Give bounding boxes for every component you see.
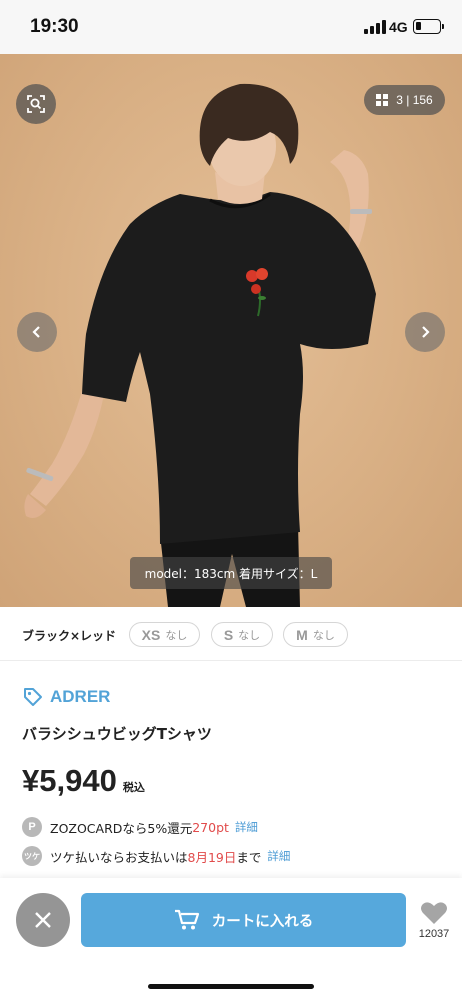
battery-icon xyxy=(413,19,441,34)
battery-tip xyxy=(442,24,444,29)
bottom-action-bar: カートに入れる 12037 xyxy=(0,878,462,999)
close-icon xyxy=(35,912,51,928)
home-indicator xyxy=(148,984,314,989)
next-image-button[interactable] xyxy=(405,312,445,352)
color-name: ブラック×レッド xyxy=(22,629,117,643)
price: ¥5,940 xyxy=(22,763,117,798)
brand-name: ADRER xyxy=(50,687,111,706)
product-name: バラシシュウビッグTシャツ xyxy=(22,725,212,743)
grid-icon xyxy=(376,94,389,106)
status-time: 19:30 xyxy=(30,16,79,37)
size-chip-m[interactable]: M なし xyxy=(283,622,348,647)
tsuke-detail-link[interactable]: 詳細 xyxy=(267,848,290,864)
perk-date: 8月19日 xyxy=(187,849,237,865)
size-chip-xs[interactable]: XS なし xyxy=(129,622,200,647)
size-stock: なし xyxy=(312,628,335,642)
size-chip-s[interactable]: S なし xyxy=(211,622,273,647)
chevron-left-icon xyxy=(32,326,40,338)
network-type: 4G xyxy=(389,19,408,35)
size-label: M xyxy=(296,626,308,643)
image-counter-button[interactable]: 3 | 156 xyxy=(364,85,445,115)
variant-row: ブラック×レッド XS なし S なし M なし xyxy=(0,607,462,661)
perk-text-suffix: まで xyxy=(236,849,262,865)
size-stock: なし xyxy=(165,628,188,642)
price-row: ¥5,940 税込 xyxy=(22,763,145,799)
perk-points: 270pt xyxy=(192,819,229,835)
tsuke-badge-icon: ツケ xyxy=(22,846,42,866)
model-photo xyxy=(24,83,376,607)
product-image[interactable]: 3 | 156 model：183cm 着用サイズ：L xyxy=(0,54,462,607)
previous-image-button[interactable] xyxy=(17,312,57,352)
tsuke-perk: ツケ ツケ払いならお支払いは 8月19日 まで 詳細 xyxy=(22,846,290,866)
tag-icon xyxy=(24,688,42,706)
zoom-icon xyxy=(27,95,45,113)
favorite-button[interactable]: 12037 xyxy=(412,900,456,940)
size-label: XS xyxy=(141,626,161,643)
size-stock: なし xyxy=(238,628,261,642)
zozocard-perk: P ZOZOCARDなら5%還元 270pt 詳細 xyxy=(22,817,258,837)
chevron-right-icon xyxy=(422,326,430,338)
model-caption: model：183cm 着用サイズ：L xyxy=(130,557,332,589)
add-to-cart-button[interactable]: カートに入れる xyxy=(81,893,406,947)
heart-icon xyxy=(421,902,447,924)
tax-label: 税込 xyxy=(122,781,145,794)
cart-icon xyxy=(174,909,199,930)
zozocard-detail-link[interactable]: 詳細 xyxy=(235,819,258,835)
image-counter: 3 | 156 xyxy=(396,93,433,107)
perk-text: ZOZOCARDなら5%還元 xyxy=(50,820,193,836)
close-button[interactable] xyxy=(16,893,70,947)
favorite-count: 12037 xyxy=(418,928,450,940)
perk-text: ツケ払いならお支払いは xyxy=(50,849,188,865)
brand-link[interactable]: ADRER xyxy=(22,686,110,708)
signal-icon xyxy=(364,20,386,34)
point-badge-icon: P xyxy=(22,817,42,837)
cart-label: カートに入れる xyxy=(211,913,314,930)
zoom-button[interactable] xyxy=(16,84,56,124)
status-bar: 19:30 4G xyxy=(0,0,462,54)
size-label: S xyxy=(223,626,234,643)
